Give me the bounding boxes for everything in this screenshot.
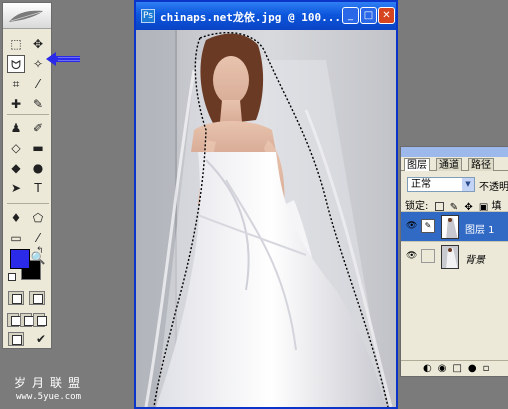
lock-transparency-icon[interactable] bbox=[434, 201, 444, 211]
panel-drag-bar[interactable] bbox=[401, 147, 508, 157]
lasso-icon[interactable]: ᗢ bbox=[7, 55, 25, 73]
magic-wand-icon[interactable]: ✧ bbox=[29, 55, 47, 73]
blend-mode-value: 正常 bbox=[411, 179, 431, 190]
tool-separator bbox=[7, 114, 49, 115]
lock-all-icon[interactable]: ▣ bbox=[479, 202, 488, 213]
checkmark-icon[interactable]: ✔ bbox=[32, 330, 50, 348]
layer-name: 背景 bbox=[465, 255, 485, 266]
document-title: chinaps.net龙依.jpg @ 100... bbox=[160, 11, 341, 24]
lock-paint-icon[interactable]: ✎ bbox=[450, 202, 458, 213]
swap-colors-icon[interactable]: ↰ bbox=[36, 246, 44, 256]
tool-separator bbox=[7, 203, 49, 204]
screen-mode-full-button[interactable] bbox=[33, 313, 47, 327]
lock-row: 锁定: ✎ ✥ ▣ 填 bbox=[405, 197, 502, 213]
eye-icon[interactable]: 👁 bbox=[406, 252, 417, 261]
move-icon[interactable]: ✥ bbox=[29, 35, 47, 53]
clone-stamp-icon[interactable]: ♟ bbox=[7, 119, 25, 137]
panel-tabs: 图层 通道 路径 bbox=[401, 157, 508, 171]
dodge-icon[interactable]: ● bbox=[29, 159, 47, 177]
healing-brush-icon[interactable]: ✚ bbox=[7, 95, 25, 113]
watermark-text: 岁月联盟 bbox=[14, 376, 87, 390]
pointer-arrow-icon bbox=[46, 52, 80, 66]
crop-icon[interactable]: ⌗ bbox=[7, 75, 25, 93]
screen-mode-full-menu-button[interactable] bbox=[20, 313, 34, 327]
layers-panel: 图层 通道 路径 正常 ▼ 不透明 锁定: ✎ ✥ ▣ 填 👁 ✎ 图层 1 👁 bbox=[400, 146, 508, 377]
tab-channels[interactable]: 通道 bbox=[436, 158, 462, 171]
lock-label: 锁定: bbox=[405, 201, 429, 212]
tool-palette: ⬚✥ᗢ✧⌗⁄✚✎♟✐◇▬◆●➤T♦⬠▭⁄✋🔍 ↰ ✔ bbox=[2, 2, 52, 349]
slice-icon[interactable]: ⁄ bbox=[29, 75, 47, 93]
opacity-label: 不透明 bbox=[479, 182, 508, 193]
image-canvas[interactable] bbox=[136, 30, 396, 407]
chevron-down-icon[interactable]: ▼ bbox=[462, 178, 474, 191]
brush-icon[interactable]: ✎ bbox=[29, 95, 47, 113]
layer-row[interactable]: 👁 ✎ 图层 1 bbox=[401, 211, 508, 241]
minimize-button[interactable]: _ bbox=[342, 7, 359, 24]
type-icon[interactable]: T bbox=[29, 179, 47, 197]
lock-position-icon[interactable]: ✥ bbox=[464, 202, 472, 213]
default-colors-icon[interactable] bbox=[8, 273, 16, 281]
layer-actions-bar[interactable]: ◐◉□●▫ bbox=[401, 360, 508, 376]
tab-layers[interactable]: 图层 bbox=[404, 158, 430, 171]
eraser-icon[interactable]: ◇ bbox=[7, 139, 25, 157]
foreground-color[interactable] bbox=[10, 249, 30, 269]
bride-photo bbox=[136, 30, 396, 407]
marquee-icon[interactable]: ⬚ bbox=[7, 35, 25, 53]
close-button[interactable]: ✕ bbox=[378, 7, 395, 24]
eye-icon[interactable]: 👁 bbox=[406, 222, 417, 231]
tab-paths[interactable]: 路径 bbox=[468, 158, 494, 171]
blend-mode-select[interactable]: 正常 ▼ bbox=[407, 177, 475, 192]
shape-icon[interactable]: ⬠ bbox=[29, 209, 47, 227]
layer-thumbnail bbox=[441, 215, 459, 239]
photoshop-logo[interactable] bbox=[3, 3, 51, 29]
maximize-button[interactable]: □ bbox=[360, 7, 377, 24]
photoshop-doc-icon: Ps bbox=[141, 9, 155, 23]
jump-to-imageready-button[interactable] bbox=[8, 332, 24, 346]
layer-row[interactable]: 👁 背景 bbox=[401, 241, 508, 271]
brush-link-icon[interactable] bbox=[421, 249, 435, 263]
layer-thumbnail bbox=[441, 245, 459, 269]
screen-mode-standard-button[interactable] bbox=[7, 313, 21, 327]
watermark-url: www.5yue.com bbox=[16, 392, 82, 402]
brush-link-icon[interactable]: ✎ bbox=[421, 219, 435, 233]
document-window: Ps chinaps.net龙依.jpg @ 100... _ □ ✕ bbox=[134, 0, 398, 409]
history-brush-icon[interactable]: ✐ bbox=[29, 119, 47, 137]
blur-icon[interactable]: ◆ bbox=[7, 159, 25, 177]
gradient-icon[interactable]: ▬ bbox=[29, 139, 47, 157]
notes-icon[interactable]: ▭ bbox=[7, 229, 25, 247]
document-titlebar[interactable]: Ps chinaps.net龙依.jpg @ 100... _ □ ✕ bbox=[136, 2, 396, 30]
layer-name: 图层 1 bbox=[465, 225, 495, 236]
pen-icon[interactable]: ♦ bbox=[7, 209, 25, 227]
quickmask-mode-button[interactable] bbox=[29, 291, 45, 305]
standard-mode-button[interactable] bbox=[8, 291, 24, 305]
path-select-icon[interactable]: ➤ bbox=[7, 179, 25, 197]
feather-icon bbox=[9, 10, 43, 22]
eyedropper-icon[interactable]: ⁄ bbox=[29, 229, 47, 247]
